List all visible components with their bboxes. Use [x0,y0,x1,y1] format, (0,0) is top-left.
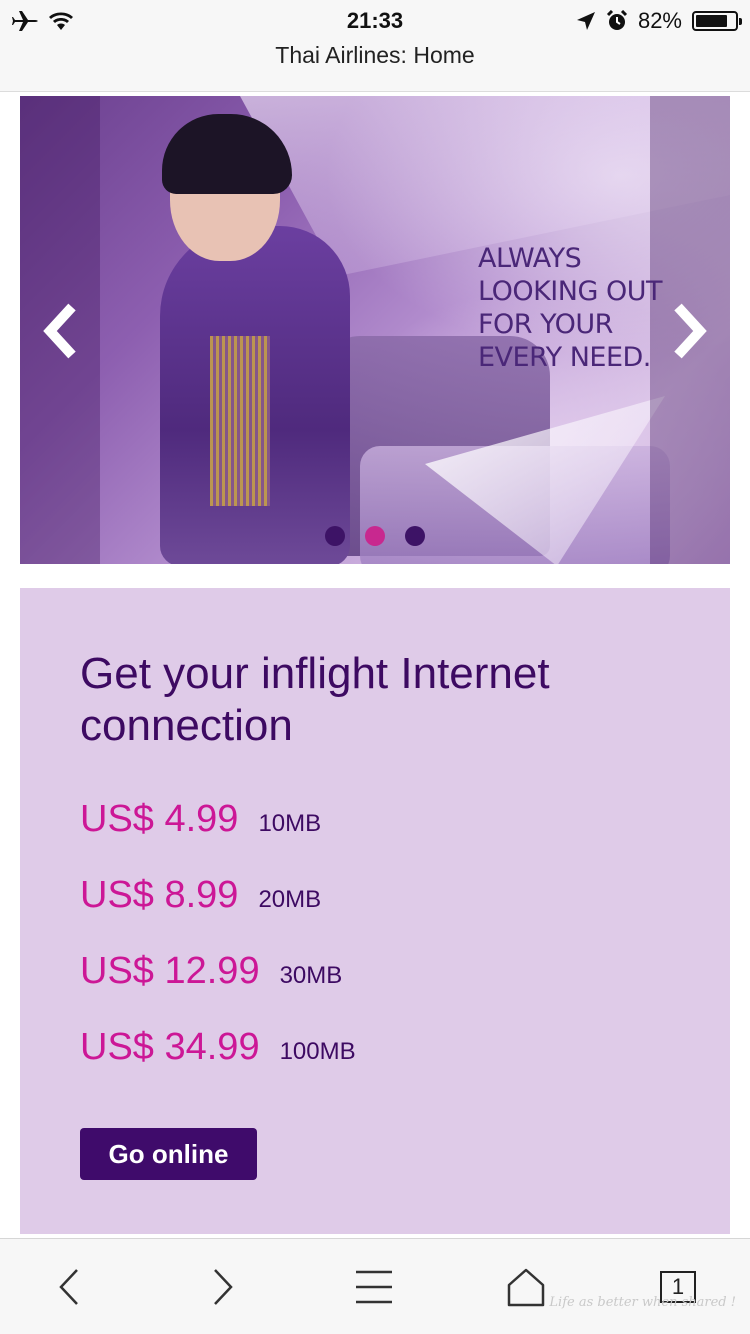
back-button[interactable] [40,1257,100,1317]
menu-button[interactable] [344,1257,404,1317]
status-right-icons: 82% [576,6,742,36]
slogan-line: EVERY NEED. [478,342,651,373]
carousel-dots [20,526,730,546]
battery-level [696,15,728,27]
status-bar: 21:33 82% Thai Airlines: Home [0,0,750,92]
plan-price: US$ 34.99 [80,1026,260,1068]
inflight-internet-panel: Get your inflight Internet connection US… [20,588,730,1234]
panel-title: Get your inflight Internet connection [80,649,550,750]
watermark: Life as better when shared ! [549,1295,736,1310]
page-title[interactable]: Thai Airlines: Home [0,40,750,70]
forward-button[interactable] [192,1257,252,1317]
home-button[interactable] [496,1257,556,1317]
hero-attendant-scarf [210,336,270,506]
slogan-line: LOOKING OUT [478,276,662,307]
slogan-line: FOR YOUR [478,309,613,340]
carousel-dot[interactable] [325,526,345,546]
forward-arrow-icon [214,1269,233,1305]
hero-slogan: ALWAYS LOOKING OUT FOR YOUR EVERY NEED. [478,242,688,374]
plan-row: US$ 8.99 20MB [80,874,321,917]
carousel-dot[interactable] [405,526,425,546]
home-icon [507,1268,545,1307]
plan-row: US$ 12.99 30MB [80,950,342,993]
browser-toolbar: 1 Life as better when shared ! [0,1238,750,1334]
plan-size: 30MB [279,962,343,989]
go-online-button[interactable]: Go online [80,1128,257,1180]
carousel-dot[interactable] [365,526,385,546]
plan-price: US$ 4.99 [80,798,239,840]
plan-row: US$ 34.99 100MB [80,1026,356,1069]
hamburger-menu-icon [356,1270,392,1304]
battery-icon [692,11,742,31]
chevron-left-icon[interactable] [38,301,82,361]
plan-size: 100MB [279,1038,356,1065]
plan-size: 10MB [258,810,322,837]
plan-row: US$ 4.99 10MB [80,798,321,841]
plan-price: US$ 12.99 [80,950,260,992]
hero-carousel[interactable]: ALWAYS LOOKING OUT FOR YOUR EVERY NEED. [20,96,730,564]
back-arrow-icon [59,1269,78,1305]
chevron-right-icon[interactable] [668,301,712,361]
slogan-line: ALWAYS [478,243,582,274]
plan-size: 20MB [258,886,322,913]
alarm-icon [606,10,628,30]
plan-price: US$ 8.99 [80,874,239,916]
location-arrow-icon [576,12,595,30]
battery-percent: 82% [637,8,682,33]
